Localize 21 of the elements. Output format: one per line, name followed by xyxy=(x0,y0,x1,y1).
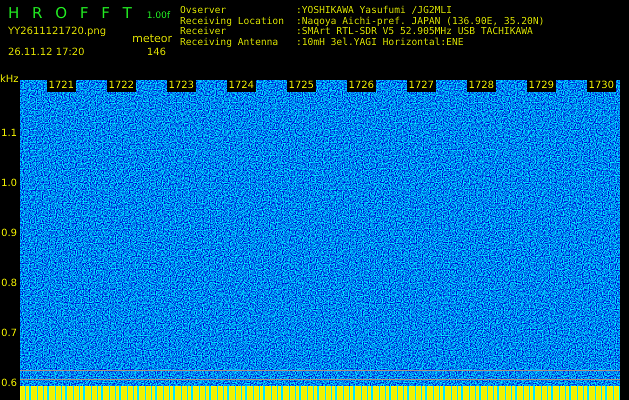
info-value: :SMArt RTL-SDR V5 52.905MHz USB TACHIKAWA xyxy=(296,27,533,38)
axis-tick-label: 0.9 xyxy=(1,228,17,239)
info-label: Receiving Antenna xyxy=(180,38,280,48)
version-label: 1.00f xyxy=(146,11,170,21)
axis-tick-label: 1.0 xyxy=(1,178,17,189)
info-label: Receiver xyxy=(180,27,226,38)
axis-tick-label: 1.1 xyxy=(1,128,17,139)
date-time: 26.11.12 17:20 xyxy=(8,47,85,58)
info-value: :YOSHIKAWA Yasufumi /JG2MLI xyxy=(296,6,452,16)
axis-tick-label: 0.6 xyxy=(1,378,17,389)
info-label: Receiving Location xyxy=(180,16,285,26)
info-value: :10mH 3el.YAGI Horizontal:ENE xyxy=(296,38,464,48)
mode-label: meteor xyxy=(132,32,172,45)
info-value: :Naqoya Aichi-pref. JAPAN (136.90E, 35.20N) xyxy=(296,16,544,27)
count-value: 146 xyxy=(146,47,167,58)
app-title: H R O F F T xyxy=(8,4,133,22)
file-name: YY2611121720.png xyxy=(8,26,106,39)
info-label: Ovserver xyxy=(180,6,228,16)
axis-tick-label: 0.7 xyxy=(1,328,17,339)
axis-unit: kHz xyxy=(0,74,19,85)
axis-tick-label: 0.8 xyxy=(1,278,17,289)
